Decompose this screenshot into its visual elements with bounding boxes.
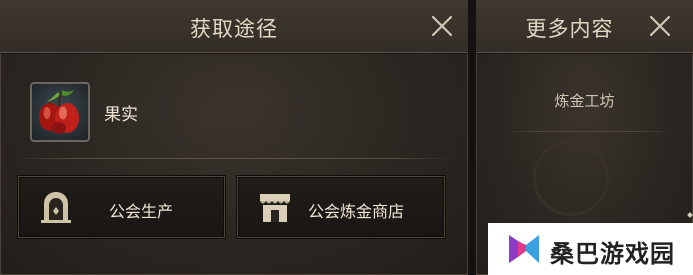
item-name: 果实	[104, 105, 138, 125]
guild-production-label: 公会生产	[109, 202, 174, 221]
close-icon[interactable]	[430, 14, 454, 38]
shop-awning-icon	[258, 190, 292, 224]
item-icon-frame[interactable]	[30, 82, 90, 142]
red-berries-icon	[39, 90, 79, 134]
watermark-text: 桑巴游戏园	[550, 240, 675, 268]
section-divider	[14, 158, 454, 159]
guild-alchemy-shop-label: 公会炼金商店	[308, 202, 405, 221]
guild-alchemy-shop-button[interactable]: 公会炼金商店	[237, 176, 445, 238]
emblem-ring-icon	[533, 140, 609, 216]
more-content-title: 更多内容	[525, 17, 614, 41]
acquisition-title: 获取途径	[190, 17, 278, 41]
side-item-alchemy-workshop[interactable]: 炼金工坊	[476, 90, 693, 111]
more-content-header: 更多内容	[476, 0, 693, 53]
close-icon[interactable]	[648, 14, 672, 38]
acquisition-panel: 获取途径 果实 公会生产 公会炼金商店	[0, 0, 468, 275]
acquisition-header: 获取途径	[0, 0, 468, 53]
sangba-logo	[506, 231, 542, 267]
guild-production-button[interactable]: 公会生产	[18, 176, 225, 238]
watermark: 桑巴游戏园	[488, 223, 693, 275]
side-divider	[502, 131, 672, 132]
guild-gate-icon	[39, 190, 73, 224]
